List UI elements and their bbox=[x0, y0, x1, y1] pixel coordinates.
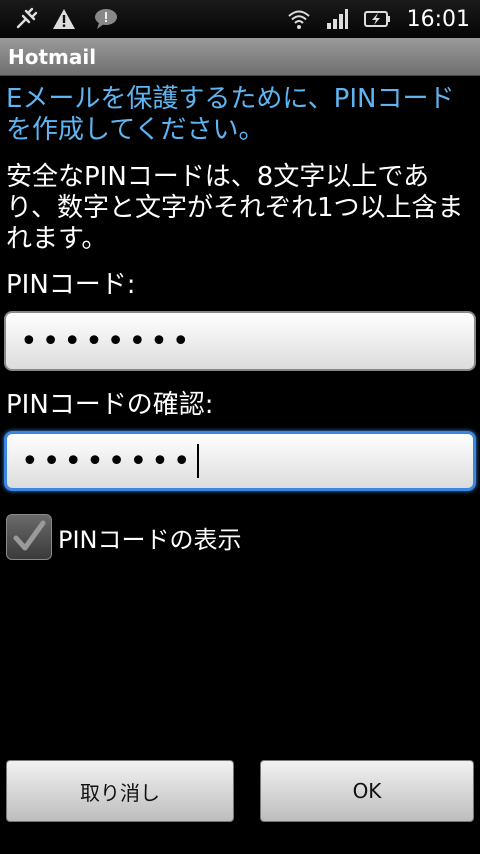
cancel-button[interactable]: 取り消し bbox=[6, 760, 234, 822]
title-bar: Hotmail bbox=[0, 38, 480, 76]
form-heading: Eメールを保護するために、PINコードを作成してください。 bbox=[6, 84, 455, 145]
show-pin-label: PINコードの表示 bbox=[58, 525, 242, 554]
ok-button[interactable]: OK bbox=[260, 760, 474, 822]
status-bar: 16:01 bbox=[0, 0, 480, 38]
status-bar-system: 16:01 bbox=[287, 7, 480, 32]
battery-charging-icon bbox=[363, 11, 390, 27]
chat-notification-icon bbox=[95, 9, 117, 29]
pin-input-value: •••••••• bbox=[20, 323, 194, 359]
show-pin-row[interactable]: PINコードの表示 bbox=[6, 514, 242, 560]
status-bar-notifications bbox=[0, 7, 122, 31]
confirm-pin-label: PINコードの確認: bbox=[6, 390, 214, 420]
confirm-pin-input[interactable]: •••••••• bbox=[4, 431, 476, 491]
form-description: 安全なPINコードは、8文字以上であり、数字と文字がそれぞれ1つ以上含まれます。 bbox=[6, 162, 464, 254]
pin-label: PINコード: bbox=[6, 270, 136, 300]
warning-icon bbox=[53, 9, 75, 29]
show-pin-checkbox[interactable] bbox=[6, 514, 52, 560]
signal-icon bbox=[326, 9, 348, 29]
checkmark-icon bbox=[13, 520, 46, 551]
clock: 16:01 bbox=[406, 6, 470, 32]
confirm-pin-input-value: •••••••• bbox=[21, 443, 195, 479]
text-caret bbox=[196, 444, 199, 478]
app-title: Hotmail bbox=[8, 44, 97, 69]
wifi-icon bbox=[287, 10, 310, 29]
pin-input[interactable]: •••••••• bbox=[4, 311, 476, 371]
usb-debug-icon bbox=[16, 7, 38, 29]
